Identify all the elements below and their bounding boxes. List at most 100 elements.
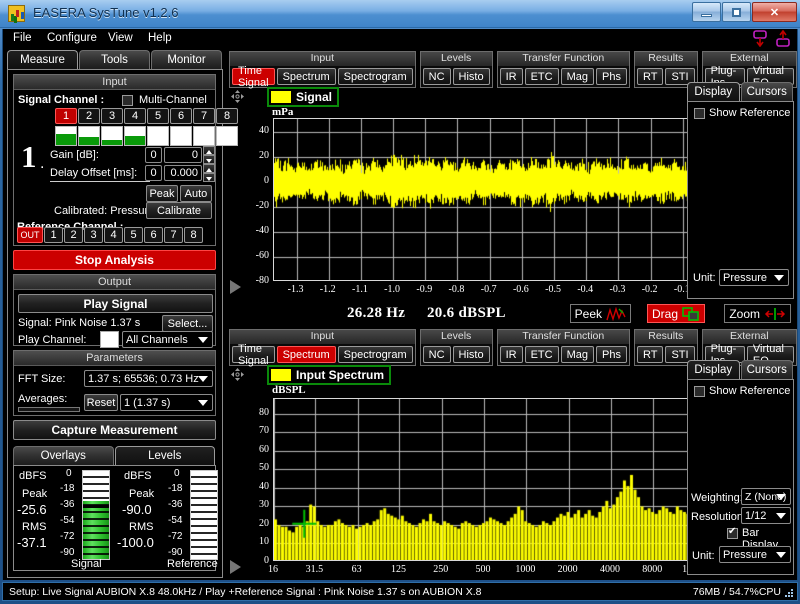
menu-item-configure[interactable]: Configure [47, 32, 97, 44]
signal-channel-5[interactable]: 5 [147, 108, 169, 124]
button2-histo[interactable]: Histo [453, 346, 490, 363]
signal-channel-label: Signal Channel : [18, 94, 104, 106]
close-button[interactable]: ✕ [752, 2, 797, 22]
bottom-show-reference-checkbox[interactable] [694, 386, 705, 397]
resolution-combo[interactable]: 1/12 [741, 507, 791, 524]
reference-channel-1[interactable]: 1 [44, 227, 63, 243]
gain-stepper[interactable] [203, 146, 215, 164]
time-signal-plot[interactable] [273, 118, 714, 281]
play-channel-combo[interactable]: All Channels [122, 331, 213, 348]
dock-up-icon[interactable] [775, 30, 791, 47]
button2-phs[interactable]: Phs [596, 346, 627, 363]
button-etc[interactable]: ETC [525, 68, 559, 85]
resize-grip-icon[interactable] [784, 588, 794, 598]
reference-channel-4[interactable]: 4 [104, 227, 123, 243]
button-spectrogram[interactable]: Spectrogram [338, 68, 413, 85]
tab-tools[interactable]: Tools [79, 50, 150, 69]
zoom-mode-button[interactable]: Zoom [724, 304, 791, 323]
menu-item-help[interactable]: Help [148, 32, 172, 44]
channel-level-2 [78, 126, 100, 146]
reference-channel-out[interactable]: OUT [17, 227, 43, 243]
top-chart-legend[interactable]: Signal [267, 87, 339, 107]
maximize-button[interactable] [722, 2, 751, 22]
peak-button[interactable]: Peak [146, 185, 178, 202]
button-rt[interactable]: RT [637, 68, 663, 85]
signal-channel-7[interactable]: 7 [193, 108, 215, 124]
top-show-reference-checkbox[interactable] [694, 108, 705, 119]
button-histo[interactable]: Histo [453, 68, 490, 85]
averages-reset-button[interactable]: Reset [84, 394, 118, 411]
reference-channel-2[interactable]: 2 [64, 227, 83, 243]
signal-channel-6[interactable]: 6 [170, 108, 192, 124]
expand-arrow-icon-2[interactable] [230, 560, 241, 574]
peek-mode-button[interactable]: Peek [570, 304, 631, 323]
bar-display-checkbox[interactable] [727, 528, 738, 539]
menu-item-view[interactable]: View [108, 32, 133, 44]
input-spectrum-plot[interactable] [273, 398, 714, 561]
play-signal-button[interactable]: Play Signal [18, 294, 213, 313]
delay-small-field[interactable]: 0 [145, 165, 162, 181]
dock-down-icon[interactable] [752, 30, 768, 47]
button2-time-signal[interactable]: Time Signal [232, 346, 275, 363]
bottom-display-panel: Show Reference Weighting: Z (None) Resol… [687, 379, 794, 575]
tab-monitor[interactable]: Monitor [151, 50, 222, 69]
fft-size-combo[interactable]: 1.37 s; 65536; 0.73 Hz [84, 370, 213, 387]
capture-measurement-button[interactable]: Capture Measurement [13, 420, 216, 440]
weighting-combo[interactable]: Z (None) [741, 488, 791, 505]
button-phs[interactable]: Phs [596, 68, 627, 85]
expand-arrow-icon[interactable] [230, 280, 241, 294]
reference-channel-8[interactable]: 8 [184, 227, 203, 243]
bottom-chart-legend[interactable]: Input Spectrum [267, 365, 391, 385]
reference-channel-5[interactable]: 5 [124, 227, 143, 243]
tab-bottom-cursors[interactable]: Cursors [741, 360, 794, 379]
button-mag[interactable]: Mag [561, 68, 594, 85]
menu-item-file[interactable]: File [13, 32, 32, 44]
auto-button[interactable]: Auto [180, 185, 212, 202]
pan-navigator-icon[interactable] [230, 89, 245, 104]
button2-spectrum[interactable]: Spectrum [277, 346, 336, 363]
signal-label: Signal: Pink Noise 1.37 s [18, 317, 140, 329]
top-unit-combo[interactable]: Pressure [719, 269, 789, 286]
reference-meter-rms-label: RMS [129, 521, 153, 533]
signal-channel-1[interactable]: 1 [55, 108, 77, 124]
button2-etc[interactable]: ETC [525, 346, 559, 363]
signal-channel-3[interactable]: 3 [101, 108, 123, 124]
delay-stepper[interactable] [203, 164, 215, 182]
button2-nc[interactable]: NC [423, 346, 451, 363]
signal-channel-2[interactable]: 2 [78, 108, 100, 124]
reference-channel-7[interactable]: 7 [164, 227, 183, 243]
tab-top-display[interactable]: Display [687, 82, 740, 101]
reference-channel-6[interactable]: 6 [144, 227, 163, 243]
minimize-button[interactable] [692, 2, 721, 22]
bottom-unit-combo[interactable]: Pressure [719, 546, 791, 563]
tab-levels[interactable]: Levels [115, 446, 216, 465]
averages-combo[interactable]: 1 (1.37 s) [120, 394, 213, 411]
gain-value-field[interactable]: 0 [164, 147, 202, 163]
stop-analysis-button[interactable]: Stop Analysis [13, 250, 216, 270]
tab-overlays[interactable]: Overlays [13, 446, 114, 465]
tab-measure[interactable]: Measure [7, 50, 78, 69]
reference-channel-3[interactable]: 3 [84, 227, 103, 243]
menu-bar: File Configure View Help [2, 29, 798, 48]
delay-value-field[interactable]: 0.000 [164, 165, 202, 181]
x-tick-label: -1.1 [345, 284, 375, 295]
calibrate-button[interactable]: Calibrate [146, 202, 212, 219]
button2-mag[interactable]: Mag [561, 346, 594, 363]
gain-small-field[interactable]: 0 [145, 147, 162, 163]
tab-top-cursors[interactable]: Cursors [741, 82, 794, 101]
tab-bottom-display[interactable]: Display [687, 360, 740, 379]
button2-ir[interactable]: IR [500, 346, 523, 363]
multi-channel-checkbox[interactable] [122, 95, 133, 106]
signal-channel-4[interactable]: 4 [124, 108, 146, 124]
play-channel-color-swatch[interactable] [100, 331, 119, 348]
button-spectrum[interactable]: Spectrum [277, 68, 336, 85]
y-tick-label: 40 [245, 481, 269, 492]
pan-navigator-icon-2[interactable] [230, 367, 245, 382]
button2-spectrogram[interactable]: Spectrogram [338, 346, 413, 363]
button-time-signal[interactable]: Time Signal [232, 68, 275, 85]
button2-rt[interactable]: RT [637, 346, 663, 363]
button-nc[interactable]: NC [423, 68, 451, 85]
drag-mode-button[interactable]: Drag [647, 304, 705, 323]
select-signal-button[interactable]: Select... [162, 315, 213, 332]
button-ir[interactable]: IR [500, 68, 523, 85]
